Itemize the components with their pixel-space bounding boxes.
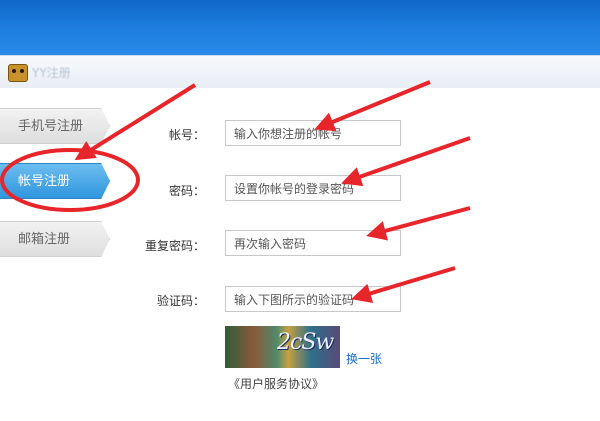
captcha-label: 验证码： [156, 294, 205, 308]
user-agreement-link[interactable]: 《用户服务协议》 [228, 375, 324, 392]
top-banner [0, 0, 600, 55]
title-bar: YY注册 [0, 56, 600, 88]
account-input[interactable]: 输入你想注册的帐号 [225, 120, 401, 146]
yy-logo-icon [8, 64, 28, 82]
captcha-image-text: 2cSw [277, 330, 334, 355]
tab-email-register[interactable]: 邮箱注册 [0, 221, 110, 257]
window-title: YY注册 [32, 66, 71, 80]
captcha-image[interactable]: 2cSw [225, 326, 340, 368]
tab-phone-register[interactable]: 手机号注册 [0, 108, 110, 144]
refresh-captcha-link[interactable]: 换一张 [346, 350, 382, 367]
captcha-input[interactable]: 输入下图所示的验证码 [225, 286, 401, 312]
confirm-password-input[interactable]: 再次输入密码 [225, 230, 401, 256]
account-label: 帐号： [168, 128, 205, 142]
password-input[interactable]: 设置你帐号的登录密码 [225, 175, 401, 201]
confirm-password-label: 重复密码： [144, 239, 205, 253]
password-label: 密码： [168, 184, 205, 198]
tab-account-register[interactable]: 帐号注册 [0, 163, 110, 199]
